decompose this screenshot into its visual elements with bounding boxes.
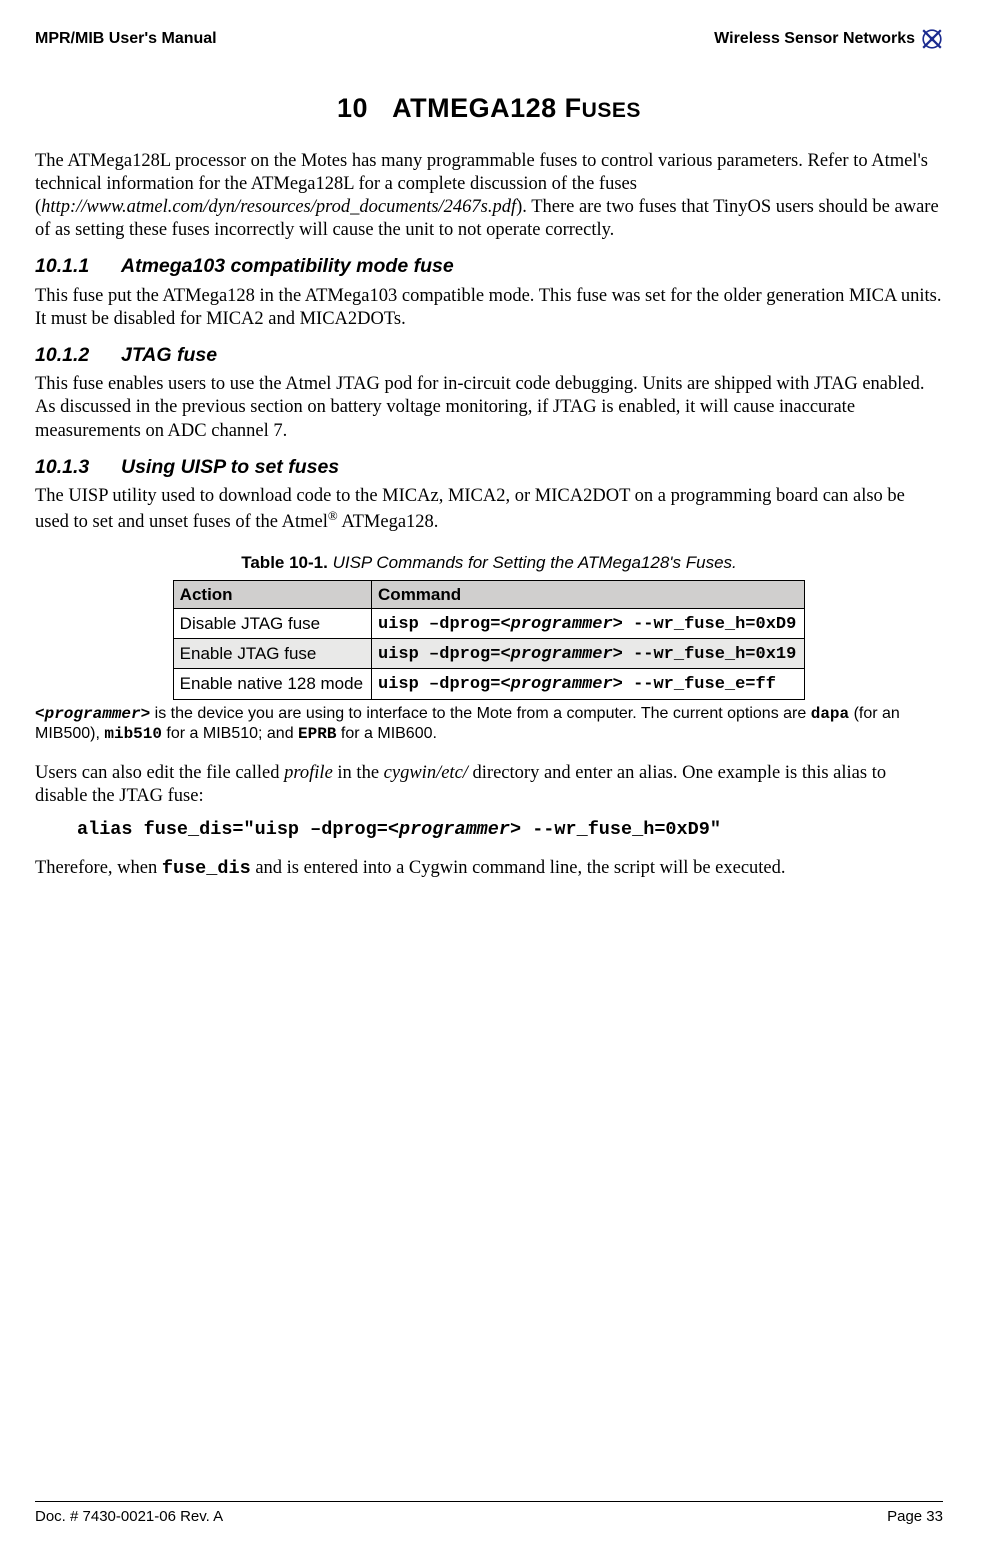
note-eprb: EPRB: [298, 725, 336, 743]
section-body-10-1-1: This fuse put the ATMega128 in the ATMeg…: [35, 285, 943, 331]
note-dapa: dapa: [811, 705, 849, 723]
cmd-post: --wr_fuse_h=0x19: [623, 645, 796, 664]
crossbow-logo-icon: [921, 28, 943, 50]
table-header-action: Action: [173, 580, 371, 608]
table-caption-rest: UISP Commands for Setting the ATMega128'…: [328, 553, 737, 572]
closing-cmd: fuse_dis: [162, 858, 251, 879]
section-num: 10.1.2: [35, 343, 121, 367]
note-prog: <programmer>: [35, 705, 150, 723]
section-num: 10.1.1: [35, 254, 121, 278]
table-cell-action: Disable JTAG fuse: [173, 608, 371, 638]
table-cell-command: uisp –dprog=<programmer> --wr_fuse_e=ff: [372, 669, 805, 699]
table-caption-bold: Table 10-1.: [241, 553, 328, 572]
section-title: JTAG fuse: [121, 344, 217, 366]
closing-b: and is entered into a Cygwin command lin…: [251, 858, 786, 878]
alias-profile: profile: [284, 763, 333, 783]
cmd-pre: uisp –dprog=: [378, 615, 500, 634]
cmd-pre: uisp –dprog=: [378, 645, 500, 664]
registered-mark: ®: [328, 508, 338, 523]
footer-doc-id: Doc. # 7430-0021-06 Rev. A: [35, 1508, 223, 1527]
table-cell-command: uisp –dprog=<programmer> --wr_fuse_h=0xD…: [372, 608, 805, 638]
cmd-pre: uisp –dprog=: [378, 675, 500, 694]
chapter-number: 10: [337, 93, 368, 123]
header-left: MPR/MIB User's Manual: [35, 29, 217, 49]
alias-code-pre: alias fuse_dis="uisp –dprog=: [77, 819, 388, 840]
section-body-10-1-2: This fuse enables users to use the Atmel…: [35, 373, 943, 442]
alias-code-block: alias fuse_dis="uisp –dprog=<programmer>…: [77, 818, 943, 841]
table-row: Disable JTAG fuse uisp –dprog=<programme…: [173, 608, 805, 638]
alias-intro-b: in the: [333, 763, 384, 783]
note-mib510: mib510: [104, 725, 162, 743]
intro-url: http://www.atmel.com/dyn/resources/prod_…: [41, 197, 516, 217]
uisp-commands-table: Action Command Disable JTAG fuse uisp –d…: [173, 580, 806, 700]
chapter-title: 10 ATMEGA128 FUSES: [35, 92, 943, 126]
chapter-name-a: ATMEGA128 F: [392, 93, 582, 123]
cmd-arg: <programmer>: [500, 675, 622, 694]
chapter-name-b: USES: [582, 99, 641, 122]
table-header-row: Action Command: [173, 580, 805, 608]
cmd-arg: <programmer>: [500, 615, 622, 634]
alias-intro-a: Users can also edit the file called: [35, 763, 284, 783]
section-heading-10-1-2: 10.1.2JTAG fuse: [35, 343, 943, 367]
header-right-group: Wireless Sensor Networks: [714, 28, 943, 50]
table-cell-command: uisp –dprog=<programmer> --wr_fuse_h=0x1…: [372, 639, 805, 669]
section-title: Using UISP to set fuses: [121, 456, 339, 478]
closing-paragraph: Therefore, when fuse_dis and is entered …: [35, 857, 943, 880]
alias-path: cygwin/etc/: [384, 763, 468, 783]
note-d: for a MIB600.: [336, 725, 437, 742]
cmd-arg: <programmer>: [500, 645, 622, 664]
section-heading-10-1-1: 10.1.1Atmega103 compatibility mode fuse: [35, 254, 943, 278]
page-header: MPR/MIB User's Manual Wireless Sensor Ne…: [35, 28, 943, 50]
section-body-b: ATMega128.: [338, 512, 439, 532]
section-body-a: The UISP utility used to download code t…: [35, 486, 905, 532]
alias-code-post: --wr_fuse_h=0xD9": [521, 819, 721, 840]
section-heading-10-1-3: 10.1.3Using UISP to set fuses: [35, 455, 943, 479]
note-c: for a MIB510; and: [162, 725, 298, 742]
alias-intro: Users can also edit the file called prof…: [35, 762, 943, 808]
table-row: Enable native 128 mode uisp –dprog=<prog…: [173, 669, 805, 699]
table-note: <programmer> is the device you are using…: [35, 704, 943, 744]
header-right: Wireless Sensor Networks: [714, 29, 915, 49]
section-num: 10.1.3: [35, 455, 121, 479]
table-caption: Table 10-1. UISP Commands for Setting th…: [35, 552, 943, 573]
section-body-10-1-3: The UISP utility used to download code t…: [35, 485, 943, 534]
cmd-post: --wr_fuse_e=ff: [623, 675, 776, 694]
section-title: Atmega103 compatibility mode fuse: [121, 255, 454, 277]
intro-paragraph: The ATMega128L processor on the Motes ha…: [35, 150, 943, 243]
table-cell-action: Enable JTAG fuse: [173, 639, 371, 669]
table-header-command: Command: [372, 580, 805, 608]
page-footer: Doc. # 7430-0021-06 Rev. A Page 33: [35, 1501, 943, 1527]
closing-a: Therefore, when: [35, 858, 162, 878]
note-a: is the device you are using to interface…: [150, 705, 811, 722]
cmd-post: --wr_fuse_h=0xD9: [623, 615, 796, 634]
footer-page-num: Page 33: [887, 1508, 943, 1527]
table-cell-action: Enable native 128 mode: [173, 669, 371, 699]
table-row: Enable JTAG fuse uisp –dprog=<programmer…: [173, 639, 805, 669]
alias-code-arg: <programmer>: [388, 819, 521, 840]
